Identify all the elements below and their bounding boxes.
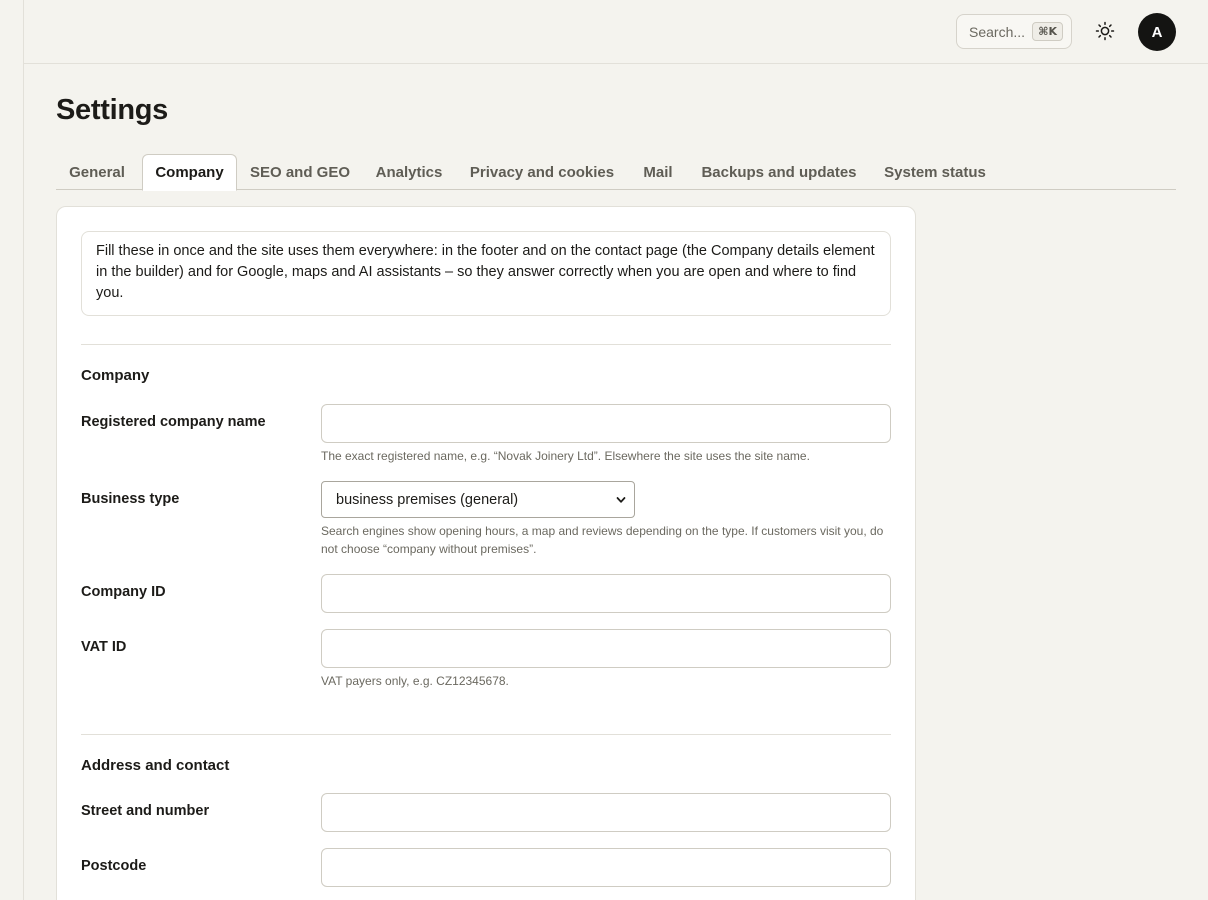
street-and-number-input[interactable]: [321, 793, 891, 832]
business-type-select[interactable]: business premises (general): [321, 481, 635, 518]
tab-mail[interactable]: Mail: [634, 154, 682, 190]
section-divider: [81, 344, 891, 345]
tab-backups-and-updates[interactable]: Backups and updates: [698, 154, 860, 190]
search-shortcut-badge: ⌘K: [1032, 22, 1063, 41]
sun-icon: [1095, 21, 1115, 41]
section-heading-company: Company: [81, 367, 150, 384]
settings-tabs: General Company SEO and GEO Analytics Pr…: [56, 154, 1176, 191]
company-id-label: Company ID: [81, 584, 166, 600]
intro-notice: Fill these in once and the site uses the…: [81, 231, 891, 316]
business-type-label: Business type: [81, 491, 180, 507]
vat-id-input[interactable]: [321, 629, 891, 668]
section-heading-address-and-contact: Address and contact: [81, 757, 230, 774]
registered-company-name-label: Registered company name: [81, 414, 266, 430]
page-title: Settings: [56, 94, 168, 126]
tab-system-status[interactable]: System status: [876, 154, 994, 190]
section-divider: [81, 734, 891, 735]
postcode-input[interactable]: [321, 848, 891, 887]
vat-id-help: VAT payers only, e.g. CZ12345678.: [321, 674, 509, 688]
registered-company-name-input[interactable]: [321, 404, 891, 443]
postcode-label: Postcode: [81, 858, 147, 874]
left-rail: [0, 0, 24, 900]
chevron-down-icon: [616, 497, 626, 503]
search-label: Search...: [969, 23, 1026, 40]
vat-id-label: VAT ID: [81, 639, 127, 655]
company-settings-card: Fill these in once and the site uses the…: [56, 206, 916, 900]
tab-seo-and-geo[interactable]: SEO and GEO: [246, 154, 354, 190]
tab-company[interactable]: Company: [142, 154, 237, 191]
search-button[interactable]: Search... ⌘K: [956, 14, 1072, 49]
user-avatar[interactable]: A: [1138, 13, 1176, 51]
business-type-selected-value: business premises (general): [336, 491, 519, 508]
theme-toggle-button[interactable]: [1092, 18, 1118, 44]
company-id-input[interactable]: [321, 574, 891, 613]
tab-general[interactable]: General: [56, 154, 138, 190]
topbar: Search... ⌘K A: [24, 0, 1208, 64]
street-and-number-label: Street and number: [81, 803, 210, 819]
registered-company-name-help: The exact registered name, e.g. “Novak J…: [321, 449, 810, 463]
tab-analytics[interactable]: Analytics: [368, 154, 450, 190]
business-type-help: Search engines show opening hours, a map…: [321, 524, 884, 556]
tab-privacy-and-cookies[interactable]: Privacy and cookies: [466, 154, 618, 190]
